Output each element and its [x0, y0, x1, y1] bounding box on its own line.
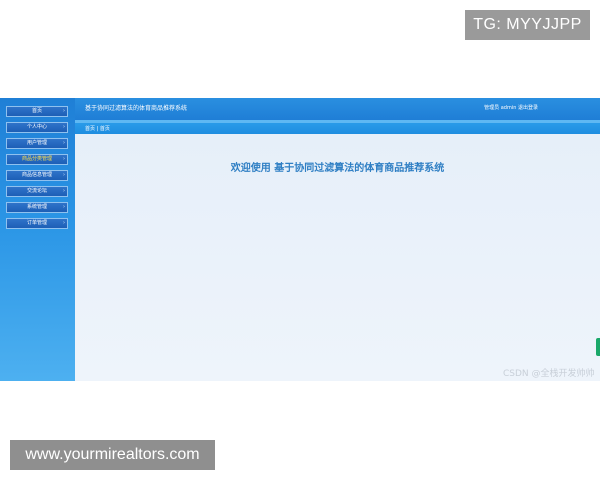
- sidebar-item-label: 系统管理: [26, 204, 47, 210]
- sidebar-item-label: 订单管理: [26, 220, 47, 226]
- top-watermark: TG: MYYJJPP: [465, 10, 590, 40]
- chevron-right-icon: ›: [63, 140, 65, 146]
- welcome-heading: 欢迎使用 基于协同过滤算法的体育商品推荐系统: [230, 163, 445, 174]
- admin-app-window: 首页 › 个人中心 › 用户管理 › 商品分类管理 › 商品信息管理 › 交流论…: [0, 98, 600, 381]
- breadcrumb: 首页 | 首页: [85, 125, 110, 132]
- chevron-right-icon: ›: [63, 156, 65, 162]
- breadcrumb-current: 首页: [99, 126, 110, 132]
- sidebar-item-forum[interactable]: 交流论坛 ›: [6, 186, 68, 197]
- sidebar-item-label: 用户管理: [26, 140, 47, 146]
- sidebar-item-user-management[interactable]: 用户管理 ›: [6, 138, 68, 149]
- bottom-watermark: www.yourmirealtors.com: [10, 440, 215, 470]
- chevron-right-icon: ›: [63, 188, 65, 194]
- side-edge-tab[interactable]: [596, 338, 600, 356]
- sidebar-item-label: 个人中心: [26, 124, 47, 130]
- sidebar: 首页 › 个人中心 › 用户管理 › 商品分类管理 › 商品信息管理 › 交流论…: [0, 98, 75, 381]
- app-title: 基于协同过滤算法的体育商品推荐系统: [85, 105, 188, 112]
- chevron-right-icon: ›: [63, 172, 65, 178]
- chevron-right-icon: ›: [63, 124, 65, 130]
- breadcrumb-home-link[interactable]: 首页: [85, 126, 95, 132]
- sidebar-item-label: 商品分类管理: [21, 156, 52, 162]
- sidebar-item-order-management[interactable]: 订单管理 ›: [6, 218, 68, 229]
- chevron-right-icon: ›: [63, 204, 65, 210]
- sidebar-item-system-management[interactable]: 系统管理 ›: [6, 202, 68, 213]
- user-info-logout[interactable]: 管理员 admin 退出登录: [484, 104, 538, 111]
- chevron-right-icon: ›: [63, 108, 65, 114]
- sidebar-item-home[interactable]: 首页 ›: [6, 106, 68, 117]
- breadcrumb-bar: 首页 | 首页: [75, 123, 600, 134]
- sidebar-item-product-management[interactable]: 商品信息管理 ›: [6, 170, 68, 181]
- sidebar-item-personal-center[interactable]: 个人中心 ›: [6, 122, 68, 133]
- top-header: 基于协同过滤算法的体育商品推荐系统 管理员 admin 退出登录: [75, 98, 600, 120]
- sidebar-item-label: 商品信息管理: [21, 172, 52, 178]
- chevron-right-icon: ›: [63, 220, 65, 226]
- corner-watermark: CSDN @全栈开发帅帅: [503, 369, 595, 379]
- main-content: 欢迎使用 基于协同过滤算法的体育商品推荐系统: [75, 134, 600, 381]
- sidebar-item-label: 交流论坛: [26, 188, 47, 194]
- breadcrumb-separator: |: [96, 126, 99, 132]
- sidebar-item-label: 首页: [31, 108, 42, 114]
- sidebar-item-category-management[interactable]: 商品分类管理 ›: [6, 154, 68, 165]
- sidebar-menu: 首页 › 个人中心 › 用户管理 › 商品分类管理 › 商品信息管理 › 交流论…: [6, 106, 68, 234]
